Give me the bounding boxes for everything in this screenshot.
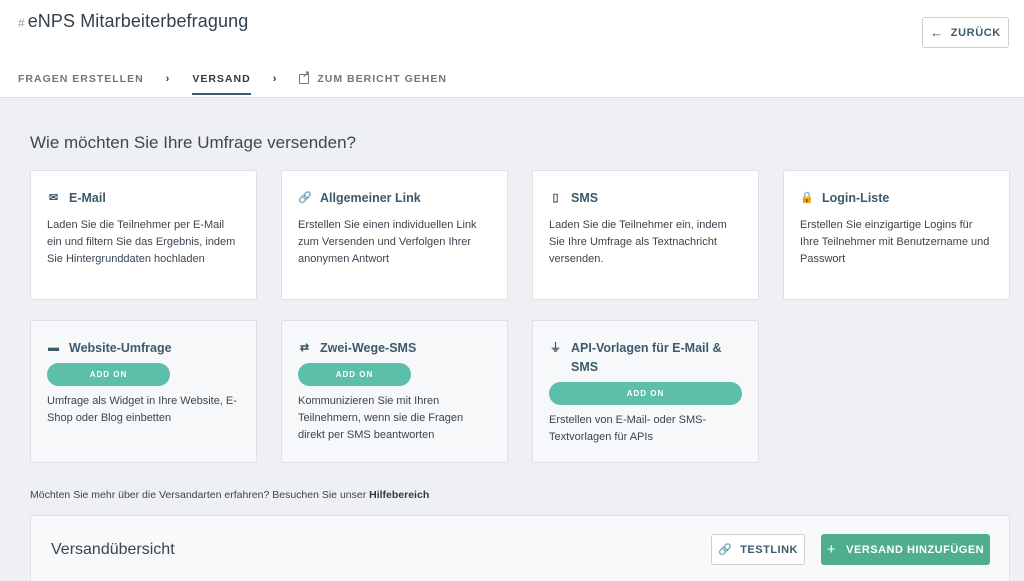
plus-icon: + [826, 541, 837, 558]
card-title: E-Mail [69, 191, 106, 205]
card-description: Laden Sie die Teilnehmer ein, indem Sie … [549, 219, 727, 265]
card-two-way-sms[interactable]: ⇄ Zwei-Wege-SMS ADD ON Kommunizieren Sie… [281, 320, 508, 463]
section-question: Wie möchten Sie Ihre Umfrage versenden? [30, 133, 356, 152]
testlink-label: TESTLINK [740, 543, 798, 556]
card-description: Erstellen Sie einzigartige Logins für Ih… [800, 219, 990, 265]
card-description: Erstellen von E-Mail- oder SMS-Textvorla… [549, 414, 707, 443]
plug-icon: ⏚ [550, 342, 561, 354]
arrow-left-icon: ← [930, 25, 944, 40]
add-send-button[interactable]: + VERSAND HINZUFÜGEN [821, 534, 990, 565]
step-navigation: FRAGEN ERSTELLEN › VERSAND › ZUM BERICHT… [18, 69, 447, 95]
envelope-icon: ✉ [48, 192, 59, 204]
card-login-list[interactable]: 🔒 Login-Liste Erstellen Sie einzigartige… [783, 170, 1010, 300]
external-link-icon [299, 69, 311, 84]
browser-icon: ▬ [48, 342, 59, 354]
card-title: Login-Liste [822, 191, 890, 205]
back-button-label: ZURÜCK [950, 26, 1001, 39]
link-icon: 🔗 [298, 192, 312, 204]
help-sentence: Möchten Sie mehr über die Versandarten e… [30, 489, 370, 501]
hash-icon: # [18, 16, 25, 30]
card-api-templates[interactable]: ⏚ API-Vorlagen für E-Mail & SMS ADD ON E… [532, 320, 759, 463]
send-overview-panel: Versandübersicht 🔗 TESTLINK + VERSAND HI… [30, 515, 1010, 581]
add-on-button[interactable]: ADD ON [47, 363, 170, 386]
chevron-right-icon: › [165, 73, 171, 85]
add-on-button[interactable]: ADD ON [298, 363, 411, 386]
step-go-to-report[interactable]: ZUM BERICHT GEHEN [317, 71, 447, 87]
step-send[interactable]: VERSAND [192, 71, 252, 95]
help-text: Möchten Sie mehr über die Versandarten e… [30, 489, 429, 501]
card-title: Allgemeiner Link [320, 191, 421, 205]
phone-icon: ▯ [552, 192, 559, 204]
exchange-icon: ⇄ [299, 342, 310, 354]
top-bar: # eNPS Mitarbeiterbefragung ← ZURÜCK FRA… [0, 0, 1024, 98]
card-description: Laden Sie die Teilnehmer per E-Mail ein … [47, 219, 236, 265]
page-title: eNPS Mitarbeiterbefragung [27, 11, 249, 31]
testlink-button[interactable]: 🔗 TESTLINK [711, 534, 805, 565]
back-button[interactable]: ← ZURÜCK [922, 17, 1009, 48]
help-center-link[interactable]: Hilfebereich [369, 489, 429, 501]
add-send-label: VERSAND HINZUFÜGEN [846, 543, 985, 556]
lock-icon: 🔒 [800, 192, 814, 204]
link-icon: 🔗 [718, 544, 733, 556]
step-create-questions[interactable]: FRAGEN ERSTELLEN [18, 71, 144, 87]
card-title: Website-Umfrage [69, 341, 172, 355]
card-sms[interactable]: ▯ SMS Laden Sie die Teilnehmer ein, inde… [532, 170, 759, 300]
card-title: Zwei-Wege-SMS [320, 341, 417, 355]
overview-title: Versandübersicht [51, 541, 175, 558]
card-title: SMS [571, 191, 599, 205]
add-on-button[interactable]: ADD ON [549, 382, 742, 405]
card-title: API-Vorlagen für E-Mail & SMS [571, 341, 722, 374]
card-email[interactable]: ✉ E-Mail Laden Sie die Teilnehmer per E-… [30, 170, 257, 300]
card-description: Erstellen Sie einen individuellen Link z… [298, 219, 477, 265]
card-description: Kommunizieren Sie mit Ihren Teilnehmern,… [298, 395, 464, 441]
card-description: Umfrage als Widget in Ihre Website, E-Sh… [47, 395, 237, 424]
card-general-link[interactable]: 🔗 Allgemeiner Link Erstellen Sie einen i… [281, 170, 508, 300]
card-website-survey[interactable]: ▬ Website-Umfrage ADD ON Umfrage als Wid… [30, 320, 257, 463]
chevron-right-icon: › [272, 73, 278, 85]
page-title-row: # eNPS Mitarbeiterbefragung [18, 11, 248, 32]
